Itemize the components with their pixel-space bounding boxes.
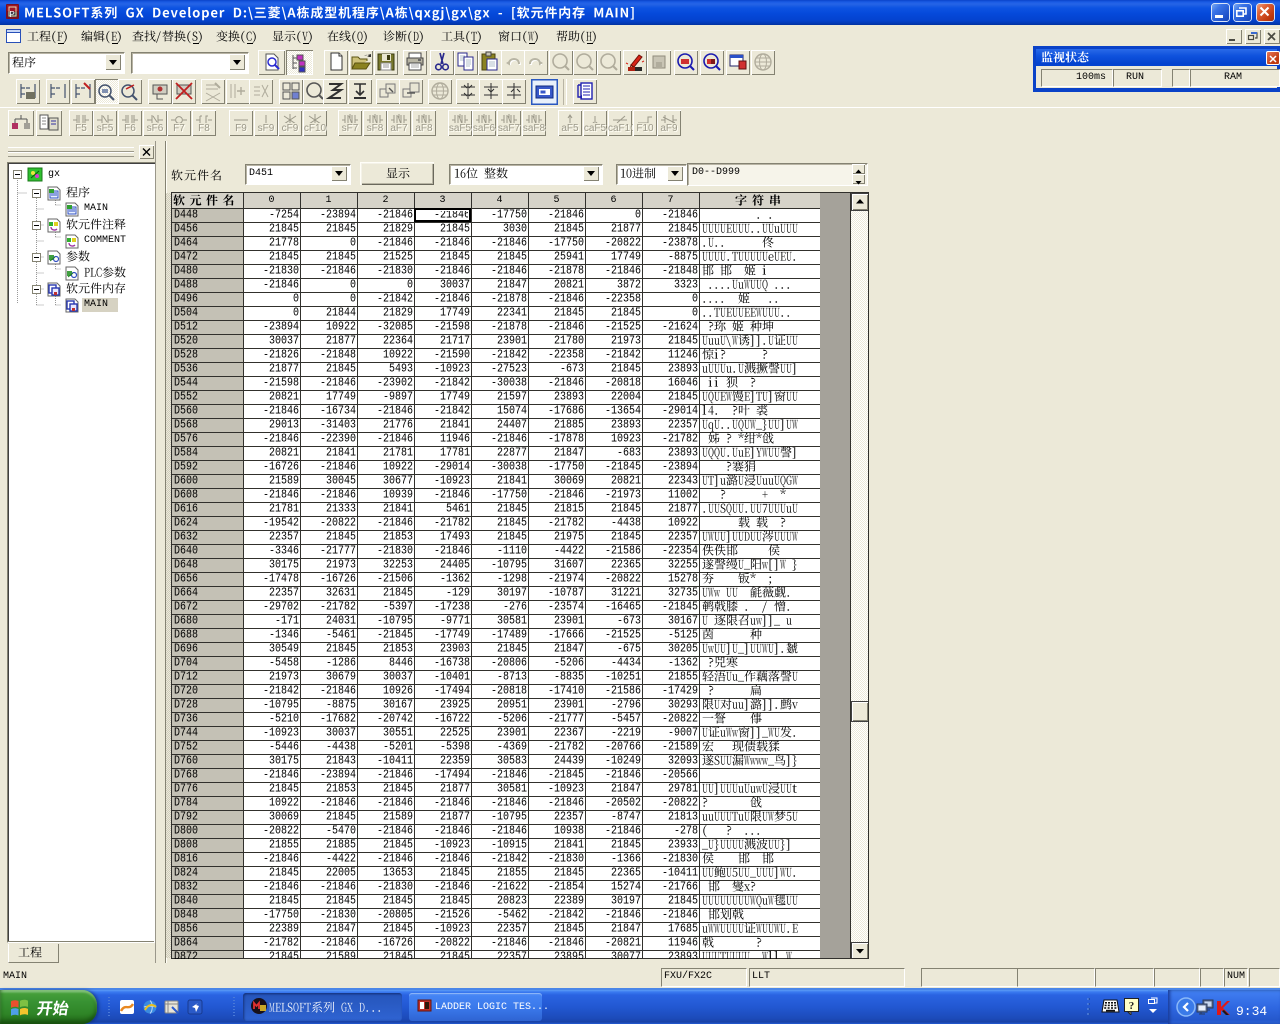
svg-text:?: ? xyxy=(1129,1000,1135,1012)
